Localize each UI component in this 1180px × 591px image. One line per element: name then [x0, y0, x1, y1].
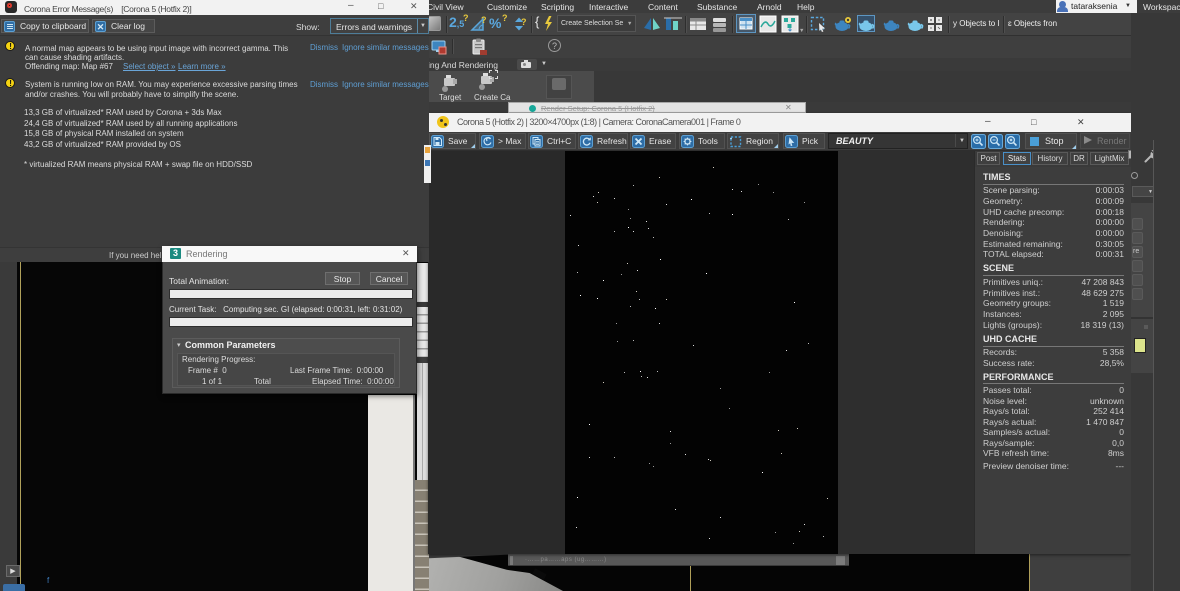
svg-text:?: ?	[521, 17, 527, 27]
svg-text:?: ?	[481, 16, 487, 25]
